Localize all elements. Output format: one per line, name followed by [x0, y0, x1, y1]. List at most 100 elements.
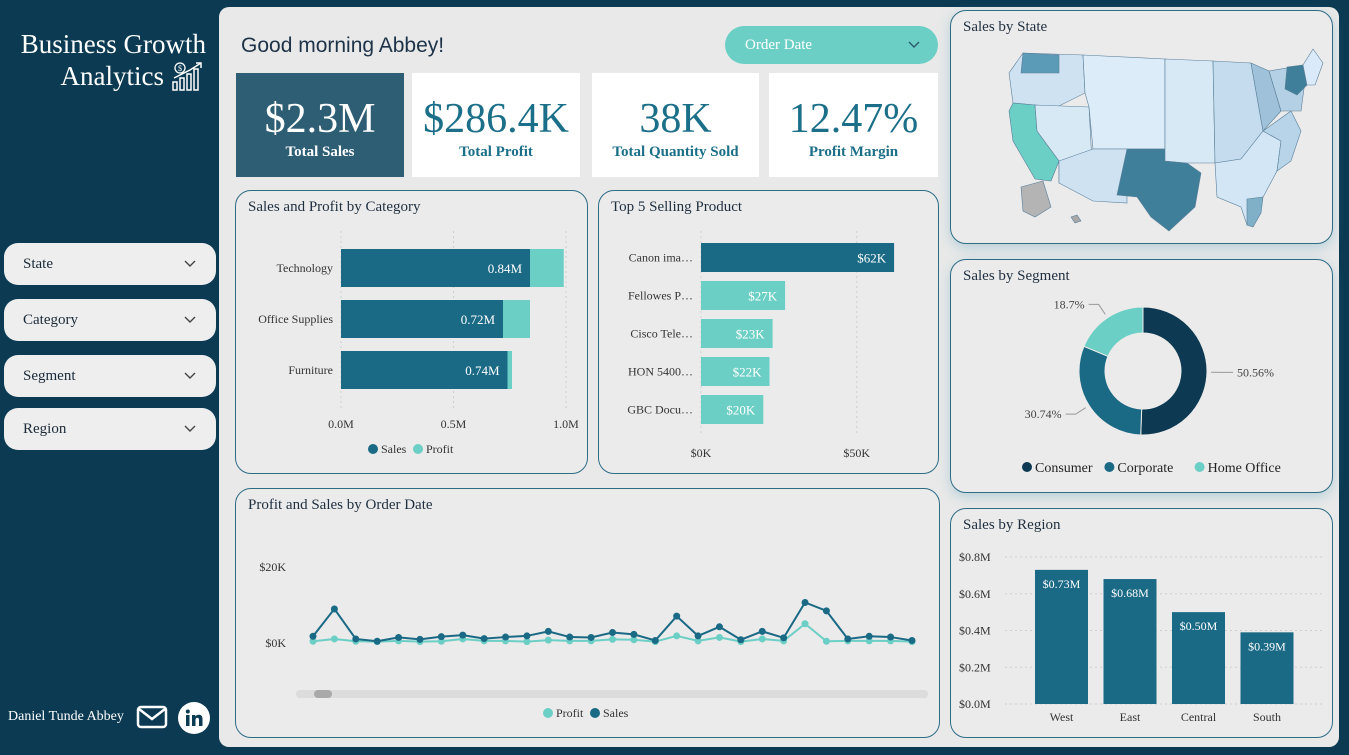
legend-label-sales: Sales — [381, 442, 407, 456]
segment-filter-label: Segment — [23, 367, 76, 384]
profit-point — [330, 635, 338, 643]
data-label: $0.68M — [1111, 586, 1149, 600]
state-filter-label: State — [23, 255, 53, 272]
sales-point — [416, 635, 424, 643]
legend-marker-profit — [543, 708, 553, 718]
category-chart: 0.0M 0.5M 1.0M Technology 0.84M Office Suppli… — [258, 231, 579, 456]
x-tick-label: South — [1253, 710, 1281, 724]
data-label: 0.74M — [465, 363, 500, 378]
brand-line1: Business Growth — [20, 29, 206, 59]
sales-point — [480, 635, 488, 643]
product-label: GBC Docu… — [627, 403, 693, 417]
data-label: $62K — [857, 251, 887, 266]
map-plains — [1164, 58, 1216, 164]
sales-point — [587, 633, 595, 641]
category-label: Technology — [277, 261, 333, 275]
sales-point — [822, 607, 830, 615]
profit-point — [715, 633, 723, 641]
x-tick-label: $0K — [691, 446, 712, 460]
profit-point — [544, 636, 552, 644]
chevron-down-icon — [184, 372, 196, 379]
y-tick-label: $0.4M — [959, 624, 991, 638]
us-map[interactable] — [951, 11, 1332, 243]
mail-icon[interactable] — [136, 704, 168, 730]
x-tick-label: East — [1120, 710, 1141, 724]
leader-line — [1065, 407, 1087, 415]
sales-point — [330, 605, 338, 613]
kpi-profit-margin-value: 12.47% — [788, 96, 919, 142]
region-chart-card: Sales by Region $0.8M $0.6M $0.4M $0.2M $0.0… — [950, 508, 1333, 738]
kpi-profit-margin-label: Profit Margin — [808, 144, 899, 160]
map-washington — [1020, 52, 1060, 74]
sales-point — [887, 633, 895, 641]
region-filter-label: Region — [23, 420, 67, 437]
sales-point — [844, 635, 852, 643]
kpi-total-sales: $2.3M Total Sales — [236, 73, 404, 177]
product-label: Canon ima… — [629, 251, 693, 265]
product-label: HON 5400… — [628, 365, 693, 379]
region-filter[interactable]: Region — [4, 408, 216, 450]
data-label: 0.72M — [461, 312, 496, 327]
y-tick-label: $20K — [259, 560, 286, 574]
kpi-total-sales-label: Total Sales — [285, 144, 355, 160]
x-tick-label: West — [1050, 710, 1074, 724]
profit-point — [758, 635, 766, 643]
category-label: Office Supplies — [258, 312, 333, 326]
svg-text:$: $ — [178, 64, 182, 73]
order-date-label: Order Date — [745, 36, 813, 53]
sales-point — [694, 632, 702, 640]
sales-point — [609, 629, 616, 636]
data-label: $20K — [726, 403, 756, 418]
data-label: 0.84M — [488, 261, 523, 276]
sales-point — [459, 631, 467, 639]
segment-chart-card: Sales by Segment 50.56% 30.74% 18.7% Consum… — [950, 259, 1333, 493]
data-label: 30.74% — [1025, 407, 1062, 421]
sales-point — [865, 632, 873, 640]
timeline-chart: $20K $0K Profit Sales — [259, 560, 928, 720]
kpi-profit-margin: 12.47% Profit Margin — [769, 73, 938, 177]
chevron-down-icon — [184, 260, 196, 267]
order-date-slicer[interactable]: Order Date — [725, 26, 938, 64]
sales-point — [523, 632, 531, 640]
data-label: $23K — [736, 327, 766, 342]
legend-label-sales: Sales — [603, 706, 629, 720]
x-tick-label: Central — [1181, 710, 1217, 724]
scrollbar-thumb — [314, 690, 332, 698]
profit-bar — [507, 351, 512, 389]
data-label: 50.56% — [1237, 365, 1274, 379]
map-new-england — [1302, 48, 1324, 86]
data-label: $0.73M — [1043, 577, 1081, 591]
greeting: Good morning Abbey! — [241, 34, 445, 57]
horizontal-scrollbar — [296, 690, 928, 698]
profit-point — [801, 620, 809, 628]
map-mountain — [1082, 54, 1166, 150]
segment-filter[interactable]: Segment — [4, 355, 216, 397]
data-label: $0.50M — [1180, 619, 1218, 633]
sales-point — [395, 633, 403, 641]
profit-bar — [530, 249, 564, 287]
data-label: $0.39M — [1248, 639, 1286, 653]
kpi-total-profit-label: Total Profit — [459, 144, 533, 160]
state-filter[interactable]: State — [4, 243, 216, 285]
chevron-down-icon — [184, 425, 196, 432]
map-florida — [1246, 196, 1264, 228]
legend-marker — [1194, 462, 1205, 472]
sales-point — [502, 633, 510, 641]
legend-label-profit: Profit — [426, 442, 454, 456]
category-filter[interactable]: Category — [4, 299, 216, 341]
sales-point — [737, 636, 745, 644]
category-label: Furniture — [288, 363, 333, 377]
sales-point — [309, 632, 317, 640]
category-chart-card: Sales and Profit by Category 0.0M 0.5M 1.0… — [235, 190, 588, 474]
map-hawaii — [1070, 214, 1082, 224]
x-tick-label: 0.5M — [441, 417, 467, 431]
linkedin-icon[interactable] — [178, 702, 210, 734]
legend-marker-sales — [368, 444, 378, 454]
region-chart: $0.8M $0.6M $0.4M $0.2M $0.0M $0.73M West $0.68… — [959, 550, 1323, 724]
x-tick-label: 0.0M — [328, 417, 354, 431]
segment-donut-chart: 50.56% 30.74% 18.7% Consumer Corporate Home O… — [1022, 297, 1281, 476]
legend-label: Consumer — [1035, 461, 1093, 476]
kpi-total-quantity: 38K Total Quantity Sold — [592, 73, 759, 177]
product-label: Fellowes P… — [628, 289, 693, 303]
state-map-card: Sales by State — [950, 10, 1333, 244]
